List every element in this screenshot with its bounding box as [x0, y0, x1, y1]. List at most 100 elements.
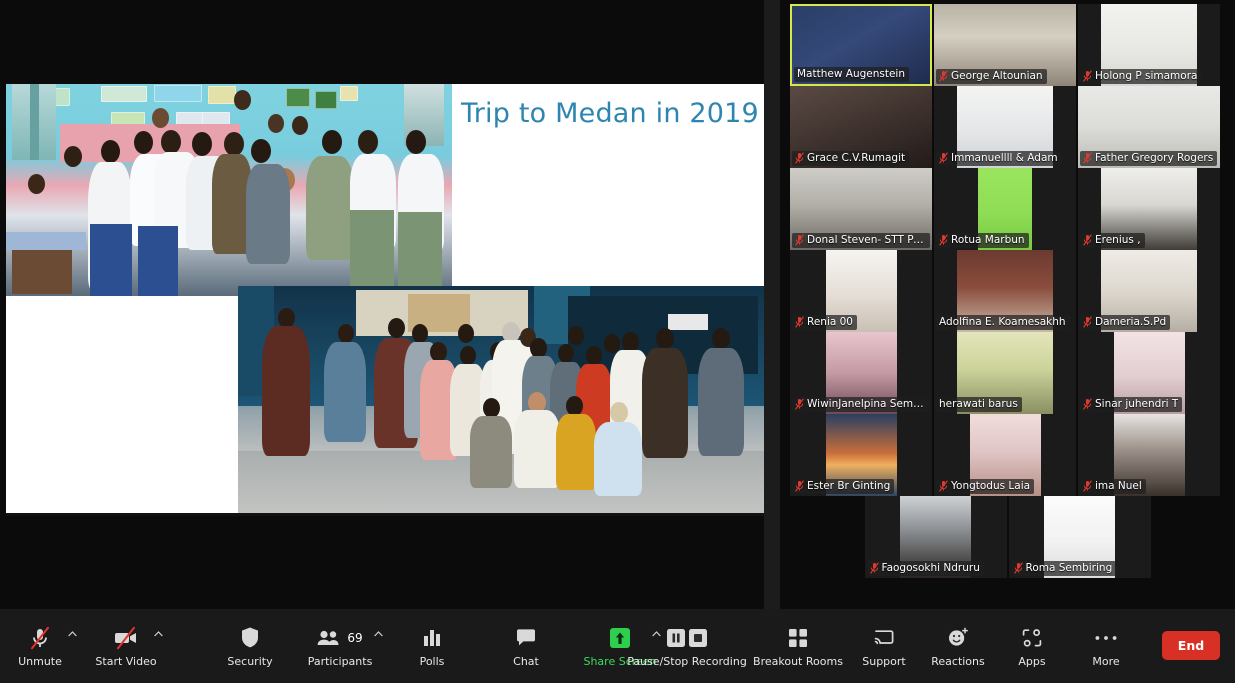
- participant-tile[interactable]: herawati barus: [934, 332, 1076, 414]
- participant-tile[interactable]: Father Gregory Rogers: [1078, 86, 1220, 168]
- participant-tile[interactable]: Sinar juhendri T: [1078, 332, 1220, 414]
- participant-tile[interactable]: Dameria.S.Pd: [1078, 250, 1220, 332]
- pause-stop-recording-label: Pause/Stop Recording: [627, 655, 747, 668]
- breakout-rooms-label: Breakout Rooms: [753, 655, 843, 668]
- participant-name-bar: Faogosokhi Ndruru: [867, 561, 984, 576]
- shield-icon: [240, 625, 260, 651]
- muted-microphone-icon: [795, 152, 804, 164]
- more-label: More: [1092, 655, 1119, 668]
- participant-name-bar: Ester Br Ginting: [792, 479, 894, 494]
- muted-microphone-icon: [795, 480, 804, 492]
- participant-name: ima Nuel: [1095, 480, 1142, 492]
- shared-slide: Trip to Medan in 2019: [6, 84, 772, 513]
- participant-gallery: Matthew Augenstein George Altounian Holong…: [780, 0, 1235, 609]
- participant-tile[interactable]: Matthew Augenstein: [790, 4, 932, 86]
- shared-screen-area[interactable]: Trip to Medan in 2019: [0, 0, 772, 609]
- bar-chart-icon: [422, 625, 442, 651]
- participant-tile[interactable]: Grace C.V.Rumagit: [790, 86, 932, 168]
- participants-button[interactable]: 69 Participants: [304, 609, 376, 683]
- audio-options-chevron-icon[interactable]: [66, 631, 78, 643]
- participant-tile[interactable]: WiwinJanelpina Semb...: [790, 332, 932, 414]
- participant-name: George Altounian: [951, 70, 1043, 82]
- participant-name-bar: Yongtodus Laia: [936, 479, 1034, 494]
- unmute-button[interactable]: Unmute: [4, 609, 76, 683]
- participant-name: Immanuellll & Adam: [951, 152, 1058, 164]
- support-label: Support: [862, 655, 905, 668]
- share-arrow-up-icon: [609, 625, 631, 651]
- participant-tile[interactable]: Erenius ,: [1078, 168, 1220, 250]
- participant-name-bar: Matthew Augenstein: [794, 67, 909, 82]
- participant-name-bar: Adolfina E. Koamesakhh: [936, 315, 1070, 330]
- participant-tile[interactable]: George Altounian: [934, 4, 1076, 86]
- participant-tile[interactable]: Rotua Marbun: [934, 168, 1076, 250]
- muted-microphone-icon: [795, 316, 804, 328]
- participant-name-bar: Sinar juhendri T: [1080, 397, 1182, 412]
- muted-microphone-icon: [1083, 316, 1092, 328]
- muted-microphone-icon: [1083, 152, 1092, 164]
- gallery-row: Grace C.V.Rumagit Immanuellll & Adam Fathe…: [780, 86, 1235, 168]
- participant-name-bar: Rotua Marbun: [936, 233, 1029, 248]
- reactions-button[interactable]: Reactions: [922, 609, 994, 683]
- participant-name-bar: Holong P simamora: [1080, 69, 1201, 84]
- participants-count: 69: [347, 631, 362, 645]
- camera-muted-icon: [113, 625, 139, 651]
- video-options-chevron-icon[interactable]: [152, 631, 164, 643]
- participant-name: Rotua Marbun: [951, 234, 1025, 246]
- muted-microphone-icon: [1014, 562, 1023, 574]
- reactions-label: Reactions: [931, 655, 985, 668]
- participant-name: Holong P simamora: [1095, 70, 1197, 82]
- participant-tile[interactable]: Holong P simamora: [1078, 4, 1220, 86]
- participant-name: Donal Steven- STT Pa...: [807, 234, 926, 246]
- support-button[interactable]: Support: [848, 609, 920, 683]
- breakout-rooms-button[interactable]: Breakout Rooms: [750, 609, 846, 683]
- ellipsis-icon: [1094, 625, 1118, 651]
- participant-tile[interactable]: Faogosokhi Ndruru: [865, 496, 1007, 578]
- pause-stop-recording-button[interactable]: Pause/Stop Recording: [632, 609, 742, 683]
- gallery-row: WiwinJanelpina Semb... herawati barus Sina…: [780, 332, 1235, 414]
- end-meeting-button[interactable]: End: [1162, 631, 1220, 660]
- participant-tile[interactable]: Donal Steven- STT Pa...: [790, 168, 932, 250]
- polls-button[interactable]: Polls: [396, 609, 468, 683]
- apps-button[interactable]: Apps: [996, 609, 1068, 683]
- security-button[interactable]: Security: [214, 609, 286, 683]
- gallery-row: Matthew Augenstein George Altounian Holong…: [780, 4, 1235, 86]
- participant-tile[interactable]: Ester Br Ginting: [790, 414, 932, 496]
- participant-tile[interactable]: Adolfina E. Koamesakhh: [934, 250, 1076, 332]
- chat-button[interactable]: Chat: [490, 609, 562, 683]
- muted-microphone-icon: [870, 562, 879, 574]
- gallery-row: Ester Br Ginting Yongtodus Laia ima Nuel: [780, 414, 1235, 496]
- participant-name: Ester Br Ginting: [807, 480, 890, 492]
- participant-tile[interactable]: Immanuellll & Adam: [934, 86, 1076, 168]
- participant-tile[interactable]: Yongtodus Laia: [934, 414, 1076, 496]
- support-cast-icon: [873, 625, 895, 651]
- participant-name: Adolfina E. Koamesakhh: [939, 316, 1066, 328]
- participant-name-bar: Immanuellll & Adam: [936, 151, 1062, 166]
- gallery-row: Donal Steven- STT Pa... Rotua Marbun Ereni…: [780, 168, 1235, 250]
- classroom-group-photo: [6, 84, 452, 296]
- stage-divider: [764, 0, 780, 609]
- muted-microphone-icon: [1083, 234, 1092, 246]
- participant-name-bar: Grace C.V.Rumagit: [792, 151, 909, 166]
- meeting-stage: Trip to Medan in 2019 Matthew Augenstein…: [0, 0, 1235, 609]
- muted-microphone-icon: [795, 398, 804, 410]
- outdoor-group-photo: [238, 286, 772, 513]
- participant-tile[interactable]: Renia 00: [790, 250, 932, 332]
- muted-microphone-icon: [1083, 70, 1092, 82]
- participant-name-bar: Renia 00: [792, 315, 857, 330]
- participant-name-bar: Donal Steven- STT Pa...: [792, 233, 930, 248]
- participant-name: herawati barus: [939, 398, 1018, 410]
- apps-label: Apps: [1018, 655, 1045, 668]
- participant-name-bar: herawati barus: [936, 397, 1022, 412]
- more-button[interactable]: More: [1070, 609, 1142, 683]
- participant-tile[interactable]: ima Nuel: [1078, 414, 1220, 496]
- participant-name-bar: Erenius ,: [1080, 233, 1145, 248]
- participant-tile[interactable]: Roma Sembiring: [1009, 496, 1151, 578]
- participant-name: Faogosokhi Ndruru: [882, 562, 980, 574]
- gallery-row: Renia 00 Adolfina E. Koamesakhh Dameria.S.…: [780, 250, 1235, 332]
- slide-title: Trip to Medan in 2019: [461, 98, 761, 130]
- participant-name: Dameria.S.Pd: [1095, 316, 1166, 328]
- meeting-toolbar: Unmute Start Video: [0, 609, 1235, 683]
- start-video-button[interactable]: Start Video: [90, 609, 162, 683]
- participants-options-chevron-icon[interactable]: [372, 631, 384, 643]
- participant-name: WiwinJanelpina Semb...: [807, 398, 926, 410]
